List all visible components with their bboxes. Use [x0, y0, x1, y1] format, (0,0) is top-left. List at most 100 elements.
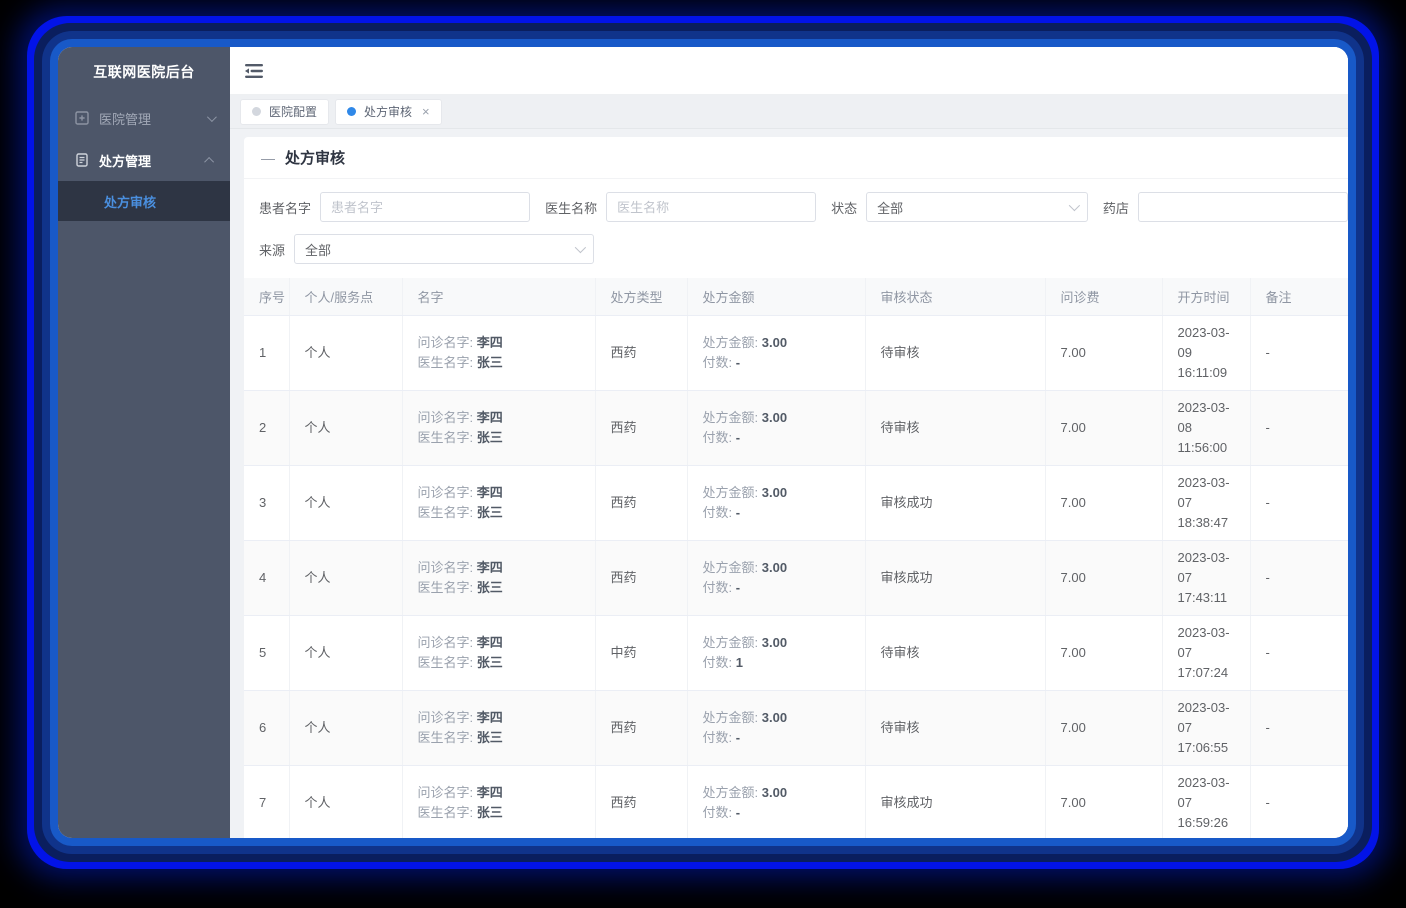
cell-point: 个人 [289, 466, 402, 541]
cell-point: 个人 [289, 616, 402, 691]
cell-no: 6 [244, 691, 289, 766]
table-row[interactable]: 6 个人 问诊名字: 李四 医生名字: 张三 西药 处方金额: 3.00 付数:… [244, 691, 1348, 766]
source-select-value: 全部 [305, 240, 331, 259]
app-window: 互联网医院后台 医院管理 处方管理 处方审核 [58, 47, 1348, 838]
cell-date: 2023-03-07 18:38:47 [1162, 466, 1250, 541]
cell-point: 个人 [289, 391, 402, 466]
table-row[interactable]: 1 个人 问诊名字: 李四 医生名字: 张三 西药 处方金额: 3.00 付数:… [244, 316, 1348, 391]
prescription-icon [74, 152, 90, 168]
app-title: 互联网医院后台 [58, 47, 230, 97]
cell-status: 审核成功 [865, 541, 1045, 616]
table-row[interactable]: 7 个人 问诊名字: 李四 医生名字: 张三 西药 处方金额: 3.00 付数:… [244, 766, 1348, 839]
cell-name: 问诊名字: 李四 医生名字: 张三 [402, 766, 595, 839]
collapse-panel-icon[interactable]: — [261, 150, 275, 166]
cell-point: 个人 [289, 316, 402, 391]
sidebar-item-prescription-management[interactable]: 处方管理 [58, 139, 230, 181]
close-tab-icon[interactable]: × [422, 105, 430, 118]
cell-rx-type: 西药 [595, 691, 687, 766]
cell-status: 待审核 [865, 391, 1045, 466]
cell-no: 3 [244, 466, 289, 541]
cell-fee: 7.00 [1045, 766, 1162, 839]
table-row[interactable]: 4 个人 问诊名字: 李四 医生名字: 张三 西药 处方金额: 3.00 付数:… [244, 541, 1348, 616]
cell-fee: 7.00 [1045, 316, 1162, 391]
col-header-name: 名字 [402, 278, 595, 316]
cell-name: 问诊名字: 李四 医生名字: 张三 [402, 541, 595, 616]
cell-date: 2023-03-08 11:56:00 [1162, 391, 1250, 466]
col-header-fee: 问诊费 [1045, 278, 1162, 316]
cell-no: 1 [244, 316, 289, 391]
col-header-point: 个人/服务点 [289, 278, 402, 316]
sidebar-subitem-label: 处方审核 [104, 192, 156, 211]
page-title: 处方审核 [285, 147, 345, 168]
cell-no: 2 [244, 391, 289, 466]
table-row[interactable]: 3 个人 问诊名字: 李四 医生名字: 张三 西药 处方金额: 3.00 付数:… [244, 466, 1348, 541]
table-container: 序号 个人/服务点 名字 处方类型 处方金额 审核状态 问诊费 开方时间 备注 [244, 278, 1348, 838]
col-header-rx-type: 处方类型 [595, 278, 687, 316]
cell-name: 问诊名字: 李四 医生名字: 张三 [402, 691, 595, 766]
cell-name: 问诊名字: 李四 医生名字: 张三 [402, 391, 595, 466]
tab-bar: 医院配置 处方审核 × [230, 95, 1348, 129]
cell-status: 待审核 [865, 316, 1045, 391]
source-select[interactable]: 全部 [294, 234, 594, 264]
cell-rx-type: 西药 [595, 766, 687, 839]
cell-amount: 处方金额: 3.00 付数: - [687, 691, 865, 766]
cell-date: 2023-03-07 17:06:55 [1162, 691, 1250, 766]
tab-prescription-review[interactable]: 处方审核 × [335, 99, 442, 125]
status-label: 状态 [831, 198, 857, 217]
patient-name-input[interactable] [320, 192, 530, 222]
chevron-down-icon [575, 242, 586, 253]
chevron-down-icon [1069, 200, 1080, 211]
cell-note: - [1250, 391, 1348, 466]
cell-rx-type: 中药 [595, 616, 687, 691]
cell-fee: 7.00 [1045, 391, 1162, 466]
doctor-name-label: 医生名称 [545, 198, 597, 217]
cell-rx-type: 西药 [595, 541, 687, 616]
cell-note: - [1250, 616, 1348, 691]
main-area: 医院配置 处方审核 × — 处方审核 患者名字 医生名称 [230, 47, 1348, 838]
cell-no: 7 [244, 766, 289, 839]
table-body: 1 个人 问诊名字: 李四 医生名字: 张三 西药 处方金额: 3.00 付数:… [244, 316, 1348, 839]
cell-name: 问诊名字: 李四 医生名字: 张三 [402, 616, 595, 691]
cell-date: 2023-03-07 17:43:11 [1162, 541, 1250, 616]
cell-note: - [1250, 691, 1348, 766]
sidebar-item-hospital-management[interactable]: 医院管理 [58, 97, 230, 139]
status-select[interactable]: 全部 [866, 192, 1088, 222]
pharmacy-input[interactable] [1138, 192, 1348, 222]
cell-fee: 7.00 [1045, 616, 1162, 691]
collapse-sidebar-button[interactable] [245, 63, 265, 79]
sidebar-subitem-prescription-review[interactable]: 处方审核 [58, 181, 230, 221]
tab-status-dot [347, 107, 356, 116]
table-row[interactable]: 5 个人 问诊名字: 李四 医生名字: 张三 中药 处方金额: 3.00 付数:… [244, 616, 1348, 691]
filter-row-2: 来源 全部 [259, 234, 1348, 264]
cell-point: 个人 [289, 766, 402, 839]
panel-title-row: — 处方审核 [244, 137, 1348, 179]
patient-name-label: 患者名字 [259, 198, 311, 217]
tab-label: 处方审核 [364, 103, 412, 120]
col-header-status: 审核状态 [865, 278, 1045, 316]
filter-row-1: 患者名字 医生名称 状态 全部 药店 [259, 192, 1348, 222]
sidebar-item-label: 医院管理 [99, 109, 207, 128]
pharmacy-label: 药店 [1103, 198, 1129, 217]
cell-status: 待审核 [865, 691, 1045, 766]
table-row[interactable]: 2 个人 问诊名字: 李四 医生名字: 张三 西药 处方金额: 3.00 付数:… [244, 391, 1348, 466]
cell-amount: 处方金额: 3.00 付数: - [687, 316, 865, 391]
col-header-date: 开方时间 [1162, 278, 1250, 316]
chevron-down-icon [207, 112, 217, 122]
cell-note: - [1250, 316, 1348, 391]
fold-menu-icon [245, 63, 265, 79]
sidebar-empty-area [58, 221, 230, 838]
cell-amount: 处方金额: 3.00 付数: - [687, 466, 865, 541]
tab-hospital-config[interactable]: 医院配置 [240, 99, 329, 125]
col-header-no: 序号 [244, 278, 289, 316]
cell-status: 待审核 [865, 616, 1045, 691]
cell-fee: 7.00 [1045, 541, 1162, 616]
sidebar-item-label: 处方管理 [99, 151, 207, 170]
cell-name: 问诊名字: 李四 医生名字: 张三 [402, 316, 595, 391]
cell-point: 个人 [289, 691, 402, 766]
sidebar: 互联网医院后台 医院管理 处方管理 处方审核 [58, 47, 230, 838]
doctor-name-input[interactable] [606, 192, 816, 222]
tab-label: 医院配置 [269, 103, 317, 120]
prescriptions-table: 序号 个人/服务点 名字 处方类型 处方金额 审核状态 问诊费 开方时间 备注 [244, 278, 1348, 838]
cell-point: 个人 [289, 541, 402, 616]
cell-status: 审核成功 [865, 766, 1045, 839]
